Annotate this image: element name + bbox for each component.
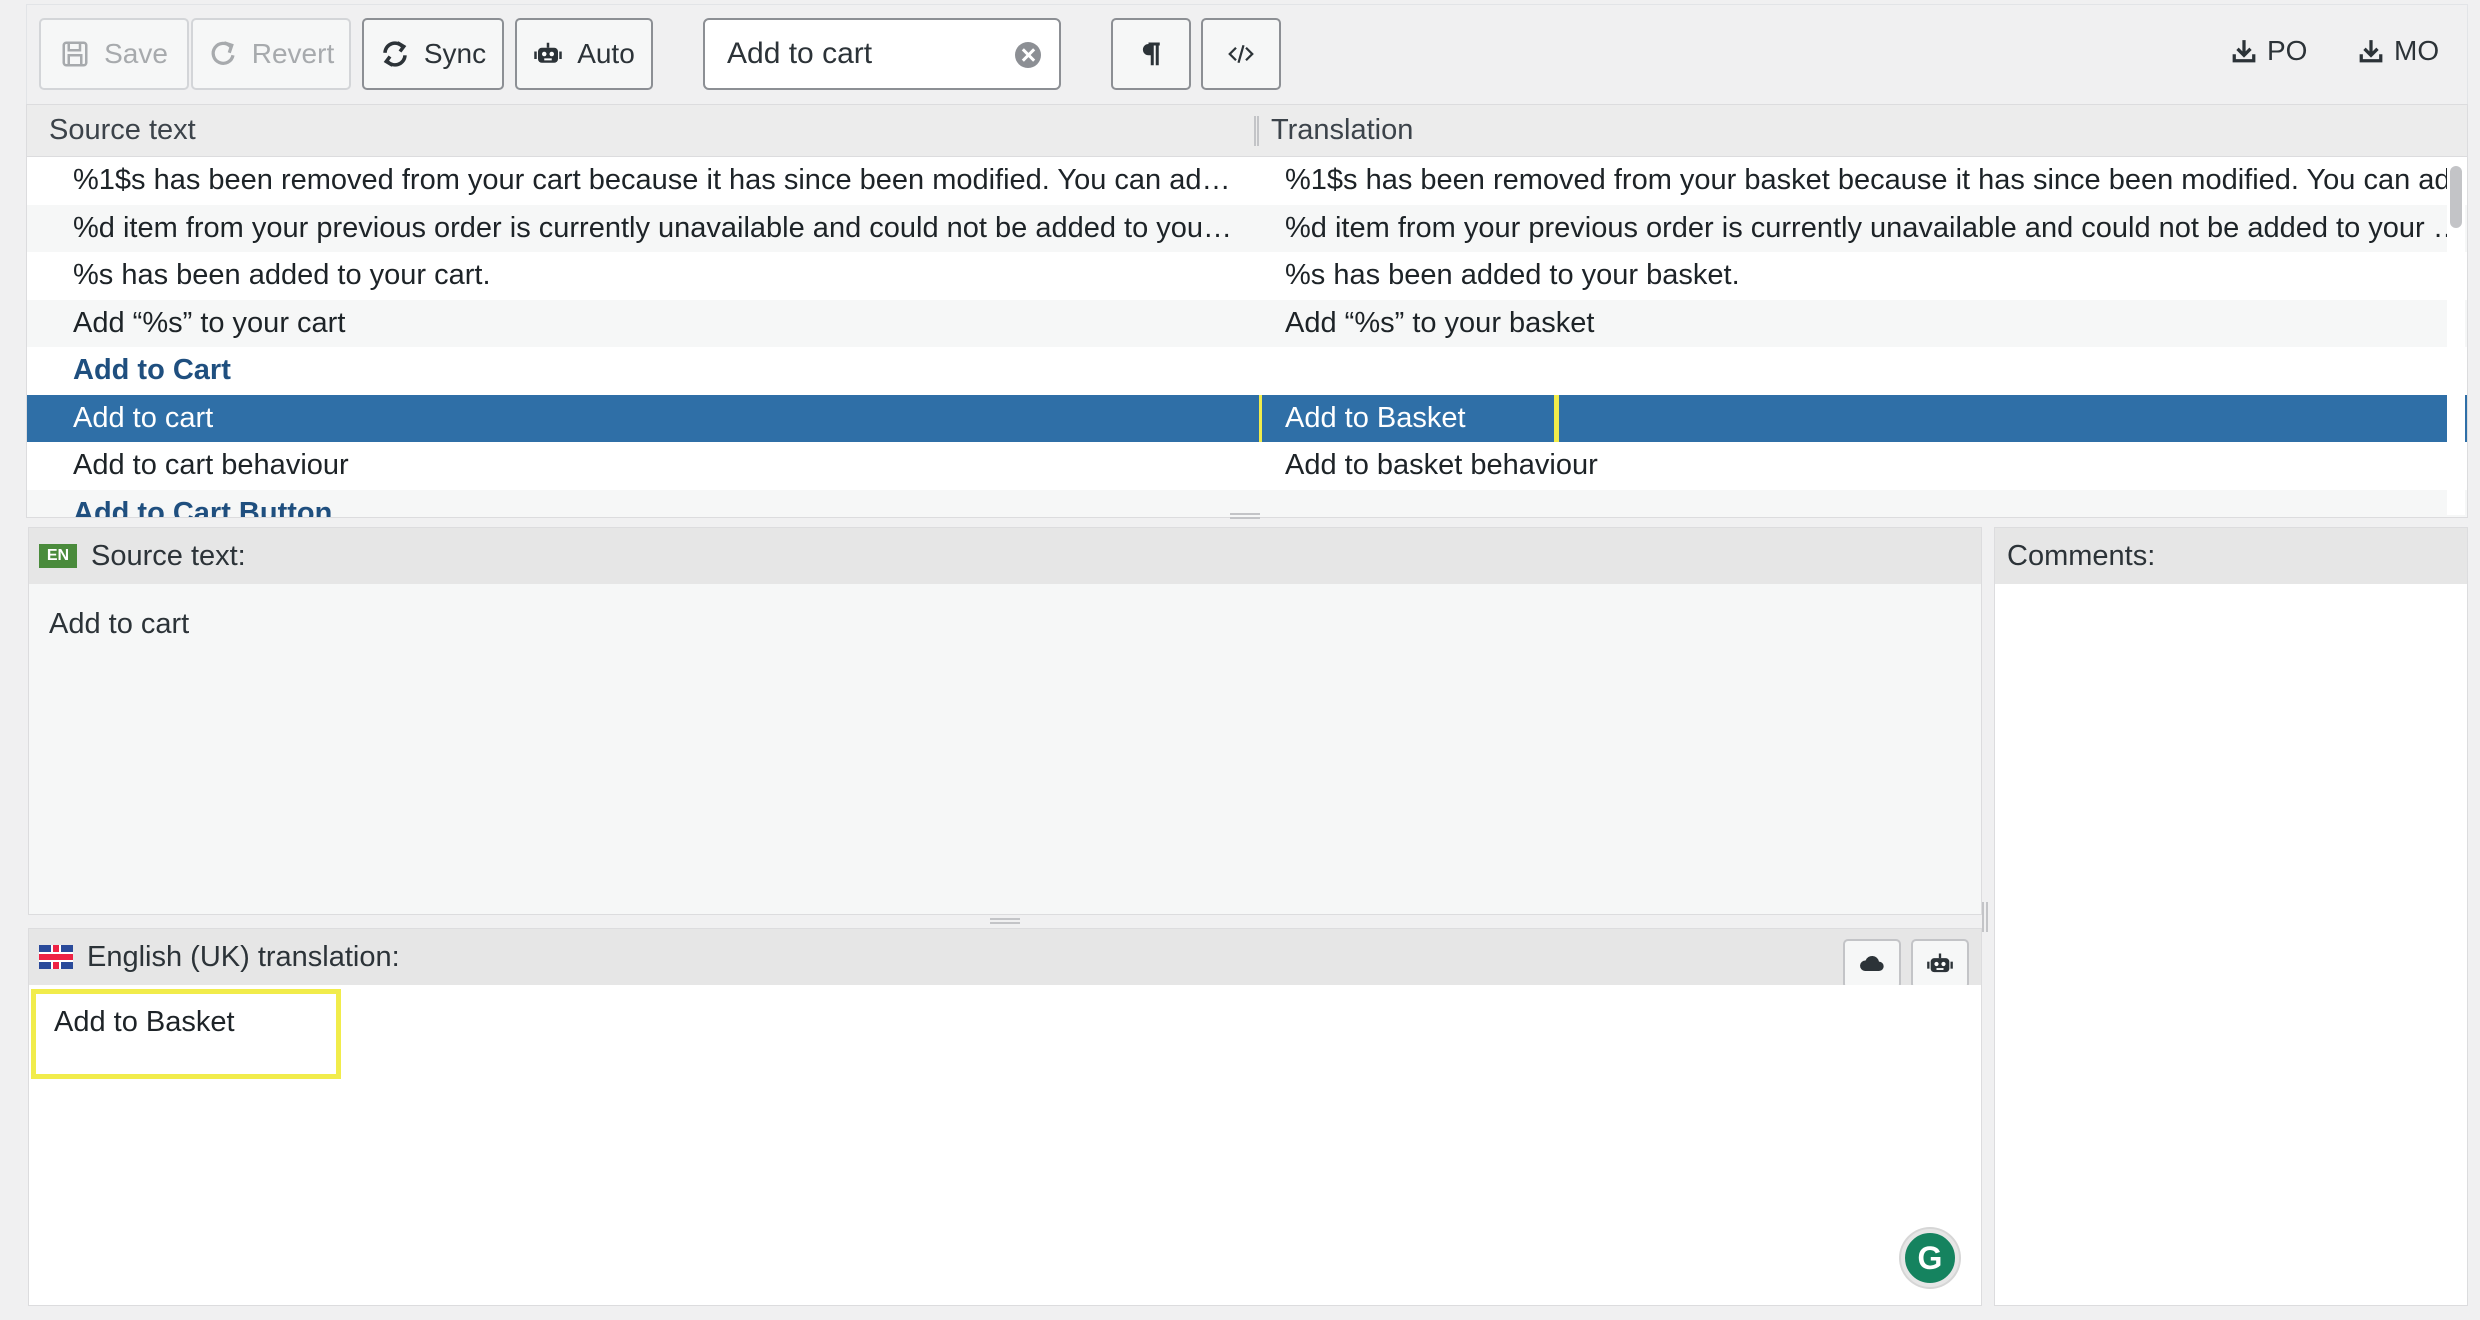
auto-translate-string-button[interactable] <box>1911 939 1969 989</box>
source-cell: Add to Cart <box>73 354 231 387</box>
string-row[interactable]: Add to cart behaviour Add to basket beha… <box>27 442 2467 490</box>
comments-panel: Comments: <box>1994 527 2468 1306</box>
translation-cell: Add “%s” to your basket <box>1285 306 1595 339</box>
save-icon <box>62 41 88 67</box>
uk-flag-icon <box>39 945 73 969</box>
download-mo-button[interactable]: MO <box>2358 35 2439 67</box>
clear-search-icon[interactable] <box>1015 42 1041 68</box>
translation-cell <box>1259 490 2449 518</box>
source-panel-header: EN Source text: <box>29 528 1981 584</box>
download-icon <box>2359 40 2383 63</box>
mo-label: MO <box>2394 35 2440 66</box>
comments-resize-handle[interactable] <box>1982 902 1988 932</box>
toggle-invisibles-button[interactable] <box>1111 18 1191 90</box>
toggle-code-view-button[interactable] <box>1201 18 1281 90</box>
search-input[interactable]: Add to cart <box>703 18 1061 90</box>
grid-resize-handle[interactable] <box>1230 513 1260 519</box>
source-column-header[interactable]: Source text <box>27 114 1254 147</box>
comments-panel-title: Comments: <box>2007 539 2156 572</box>
robot-icon <box>534 42 562 63</box>
string-row[interactable]: %s has been added to your cart. %s has b… <box>27 252 2467 300</box>
translation-cell: %d item from your previous order is curr… <box>1285 211 2449 244</box>
source-panel-title: Source text: <box>91 539 246 572</box>
source-text-panel: EN Source text: Add to cart <box>28 527 1982 915</box>
translation-panel-header: English (UK) translation: <box>29 929 1981 985</box>
translation-cell-selected: Add to Basket <box>1259 394 2449 442</box>
english-flag-icon: EN <box>39 544 77 568</box>
translation-column-header[interactable]: Translation <box>1259 114 1413 147</box>
scrollbar-thumb[interactable] <box>2450 166 2462 228</box>
translation-cell: %1$s has been removed from your basket b… <box>1285 164 2449 197</box>
comments-textarea[interactable] <box>1995 584 2467 1305</box>
grid-header: Source text Translation <box>27 105 2467 157</box>
string-row[interactable]: %1$s has been removed from your cart bec… <box>27 157 2467 205</box>
sync-label: Sync <box>423 38 487 69</box>
sync-icon <box>383 41 407 67</box>
cloud-translate-button[interactable] <box>1843 939 1901 989</box>
pilcrow-icon <box>1142 42 1160 66</box>
string-row-untranslated[interactable]: Add to Cart <box>27 347 2467 395</box>
editor-toolbar: Save Revert Sync Auto Add to cart PO MO <box>26 4 2468 104</box>
sync-button[interactable]: Sync <box>362 18 504 90</box>
auto-label: Auto <box>577 38 635 69</box>
source-cell: %s has been added to your cart. <box>73 259 491 292</box>
panel-resize-handle[interactable] <box>990 918 1020 924</box>
source-text-content: Add to cart <box>49 608 190 640</box>
grid-rows: %1$s has been removed from your cart bec… <box>27 157 2467 518</box>
comments-panel-header: Comments: <box>1995 528 2467 584</box>
search-value: Add to cart <box>727 37 873 70</box>
strings-grid: Source text Translation %1$s has been re… <box>26 104 2468 518</box>
string-row[interactable]: Add “%s” to your cart Add “%s” to your b… <box>27 299 2467 347</box>
revert-label: Revert <box>251 38 335 69</box>
string-row-selected[interactable]: Add to cart Add to Basket <box>27 394 2467 442</box>
download-icon <box>2232 40 2256 63</box>
download-po-button[interactable]: PO <box>2231 35 2307 67</box>
source-cell: %1$s has been removed from your cart bec… <box>73 164 1231 197</box>
robot-icon <box>1927 953 1953 973</box>
translation-panel-title: English (UK) translation: <box>87 940 400 973</box>
translation-panel: English (UK) translation: Add to Basket … <box>28 928 1982 1306</box>
source-cell: %d item from your previous order is curr… <box>73 211 1233 244</box>
save-label: Save <box>104 38 168 69</box>
source-cell: Add to cart <box>73 401 214 434</box>
translation-textarea[interactable]: Add to Basket G <box>29 985 1981 1305</box>
revert-button[interactable]: Revert <box>191 18 351 90</box>
auto-translate-button[interactable]: Auto <box>515 18 653 90</box>
translation-cell: %s has been added to your basket. <box>1285 259 1740 292</box>
translation-cell: Add to basket behaviour <box>1285 449 1598 482</box>
po-label: PO <box>2267 35 2308 66</box>
translation-cell-text: Add to Basket <box>1285 401 1466 434</box>
grid-scrollbar[interactable] <box>2447 160 2465 515</box>
revert-icon <box>211 41 235 65</box>
source-cell: Add to cart behaviour <box>73 449 349 482</box>
grammarly-icon[interactable]: G <box>1901 1229 1959 1287</box>
string-row[interactable]: %d item from your previous order is curr… <box>27 204 2467 252</box>
translation-cell <box>1259 347 2449 395</box>
source-cell: Add “%s” to your cart <box>73 306 346 339</box>
cloud-icon <box>1860 955 1884 971</box>
source-cell: Add to Cart Button <box>73 496 333 518</box>
save-button[interactable]: Save <box>39 18 189 90</box>
translation-text-highlighted[interactable]: Add to Basket <box>31 989 341 1079</box>
code-icon <box>1228 44 1254 64</box>
